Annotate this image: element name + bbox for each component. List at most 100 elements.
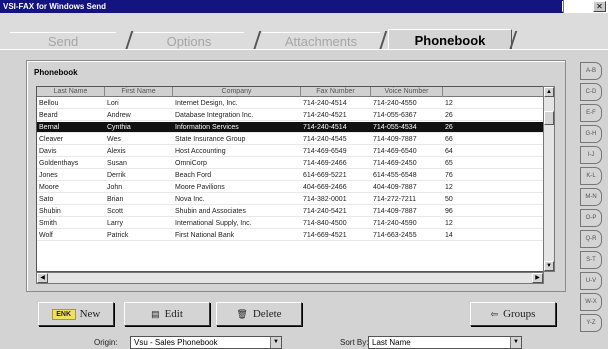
- alpha-tab[interactable]: S-T: [580, 251, 602, 269]
- cell-voice-number: 714-469-6540: [373, 148, 417, 155]
- chevron-down-icon[interactable]: ▼: [510, 337, 521, 348]
- cell-extra: 50: [445, 196, 453, 203]
- tab-attachments[interactable]: Attachments: [262, 32, 380, 50]
- cell-extra: 26: [445, 112, 453, 119]
- cell-last-name: Goldenthays: [39, 160, 79, 167]
- cell-fax-number: 714-240-4514: [303, 124, 347, 131]
- table-row[interactable]: Davis Alexis Host Accounting 714-469-6549 71…: [37, 146, 543, 157]
- cell-last-name: Sato: [39, 196, 54, 203]
- cell-last-name: Wolf: [39, 232, 53, 239]
- groups-arrow-icon: ⇦: [490, 309, 499, 319]
- cell-first-name: Lori: [107, 100, 119, 107]
- cell-company: International Supply, Inc.: [175, 220, 252, 227]
- cell-extra: 12: [445, 100, 453, 107]
- table-row[interactable]: Beard Andrew Database Integration Inc. 714-…: [37, 110, 543, 121]
- cell-company: Shubin and Associates: [175, 208, 246, 215]
- cell-last-name: Moore: [39, 184, 59, 191]
- cell-company: Internet Design, Inc.: [175, 100, 238, 107]
- alpha-tab[interactable]: W-X: [580, 293, 602, 311]
- column-header-extra[interactable]: [443, 87, 543, 97]
- scroll-right-button[interactable]: ▶: [532, 273, 543, 283]
- cell-extra: 64: [445, 148, 453, 155]
- origin-label: Origin:: [94, 338, 118, 347]
- table-row[interactable]: Moore John Moore Pavilions 404-669-2466 404-…: [37, 182, 543, 193]
- table-row[interactable]: Bellou Lori Internet Design, Inc. 714-240-4…: [37, 98, 543, 109]
- cell-last-name: Shubin: [39, 208, 61, 215]
- scroll-left-button[interactable]: ◀: [37, 273, 48, 283]
- cell-voice-number: 714-240-4590: [373, 220, 417, 227]
- table-row[interactable]: Sato Brian Nova Inc. 714-382-0001 714-272-72…: [37, 194, 543, 205]
- cell-first-name: Cynthia: [107, 124, 131, 131]
- cell-last-name: Bellou: [39, 100, 59, 107]
- cell-extra: 12: [445, 220, 453, 227]
- cell-last-name: Beard: [39, 112, 58, 119]
- cell-company: Information Services: [175, 124, 239, 131]
- groups-button[interactable]: ⇦ Groups: [470, 302, 556, 326]
- column-header-fax-number[interactable]: Fax Number: [301, 87, 371, 97]
- phonebook-table[interactable]: Last Name First Name Company Fax Number …: [36, 86, 544, 272]
- cell-fax-number: 714-240-4545: [303, 136, 347, 143]
- cell-voice-number: 714-055-4534: [373, 124, 417, 131]
- alpha-tab[interactable]: K-L: [580, 167, 602, 185]
- cell-fax-number: 714-240-5421: [303, 208, 347, 215]
- cell-first-name: Scott: [107, 208, 123, 215]
- trash-icon: 🗑: [236, 309, 248, 319]
- edit-button[interactable]: ▤ Edit: [124, 302, 210, 326]
- cell-company: Beach Ford: [175, 172, 212, 179]
- sort-by-label: Sort By:: [340, 338, 369, 347]
- tab-send[interactable]: Send: [10, 32, 116, 50]
- cell-last-name: Smith: [39, 220, 57, 227]
- cell-company: Nova Inc.: [175, 196, 205, 203]
- column-header-company[interactable]: Company: [173, 87, 301, 97]
- new-button[interactable]: ENK New: [38, 302, 114, 326]
- tab-strip: Send Options Attachments Phonebook: [0, 13, 608, 51]
- scroll-up-button[interactable]: ▲: [544, 87, 554, 97]
- alpha-tab[interactable]: C-D: [580, 83, 602, 101]
- vertical-scrollbar[interactable]: ▲ ▼: [543, 86, 555, 272]
- column-header-first-name[interactable]: First Name: [105, 87, 173, 97]
- table-row[interactable]: Cleaver Wes State Insurance Group 714-240-4…: [37, 134, 543, 145]
- horizontal-scrollbar[interactable]: ◀ ▶: [36, 272, 544, 284]
- cell-last-name: Bernal: [39, 124, 60, 131]
- table-row[interactable]: Bernal Cynthia Information Services 714-240…: [37, 122, 543, 133]
- alpha-tab[interactable]: O-P: [580, 209, 602, 227]
- table-row[interactable]: Goldenthays Susan OmniCorp 714-469-2466 714-…: [37, 158, 543, 169]
- cell-fax-number: 714-469-2466: [303, 160, 347, 167]
- alpha-tab[interactable]: M-N: [580, 188, 602, 206]
- sort-by-select[interactable]: Last Name ▼: [368, 336, 522, 349]
- alpha-tab[interactable]: Y-Z: [580, 314, 602, 332]
- scroll-thumb[interactable]: [544, 111, 554, 125]
- table-row[interactable]: Smith Larry International Supply, Inc. 714-…: [37, 218, 543, 229]
- edit-icon: ▤: [151, 309, 160, 319]
- alpha-tab[interactable]: I-J: [580, 146, 602, 164]
- cell-voice-number: 714-055-6367: [373, 112, 417, 119]
- cell-voice-number: 714-272-7211: [373, 196, 417, 203]
- scroll-down-button[interactable]: ▼: [544, 261, 554, 271]
- column-header-last-name[interactable]: Last Name: [37, 87, 105, 97]
- new-button-label: New: [79, 308, 101, 320]
- close-button[interactable]: ✕: [593, 1, 606, 12]
- cell-extra: 65: [445, 160, 453, 167]
- alpha-tab[interactable]: E-F: [580, 104, 602, 122]
- cell-extra: 14: [445, 232, 453, 239]
- column-header-voice-number[interactable]: Voice Number: [371, 87, 443, 97]
- delete-button[interactable]: 🗑 Delete: [216, 302, 302, 326]
- table-row[interactable]: Shubin Scott Shubin and Associates 714-240-…: [37, 206, 543, 217]
- chevron-down-icon[interactable]: ▼: [270, 337, 281, 348]
- origin-value: Vsu - Sales Phonebook: [134, 338, 218, 347]
- origin-select[interactable]: Vsu - Sales Phonebook ▼: [130, 336, 282, 349]
- table-row[interactable]: Jones Derrik Beach Ford 614-669-5221 614-455…: [37, 170, 543, 181]
- alpha-tab[interactable]: Q-R: [580, 230, 602, 248]
- tab-options[interactable]: Options: [134, 32, 244, 50]
- alpha-tab[interactable]: A-B: [580, 62, 602, 80]
- title-bar: VSI-FAX for Windows Send: [0, 0, 608, 13]
- alpha-tab[interactable]: U-V: [580, 272, 602, 290]
- cell-voice-number: 714-240-4550: [373, 100, 417, 107]
- cell-last-name: Cleaver: [39, 136, 64, 143]
- table-row[interactable]: Wolf Patrick First National Bank 714-669-45…: [37, 230, 543, 241]
- tab-phonebook[interactable]: Phonebook: [388, 29, 512, 51]
- cell-fax-number: 714-669-4521: [303, 232, 347, 239]
- alphabet-index-tabs: A-B C-D E-F G-H I-J K-L M-N O-P Q-R S-T U-V W-X Y-Z: [580, 62, 602, 338]
- alpha-tab[interactable]: G-H: [580, 125, 602, 143]
- phonebook-group-label: Phonebook: [34, 68, 78, 77]
